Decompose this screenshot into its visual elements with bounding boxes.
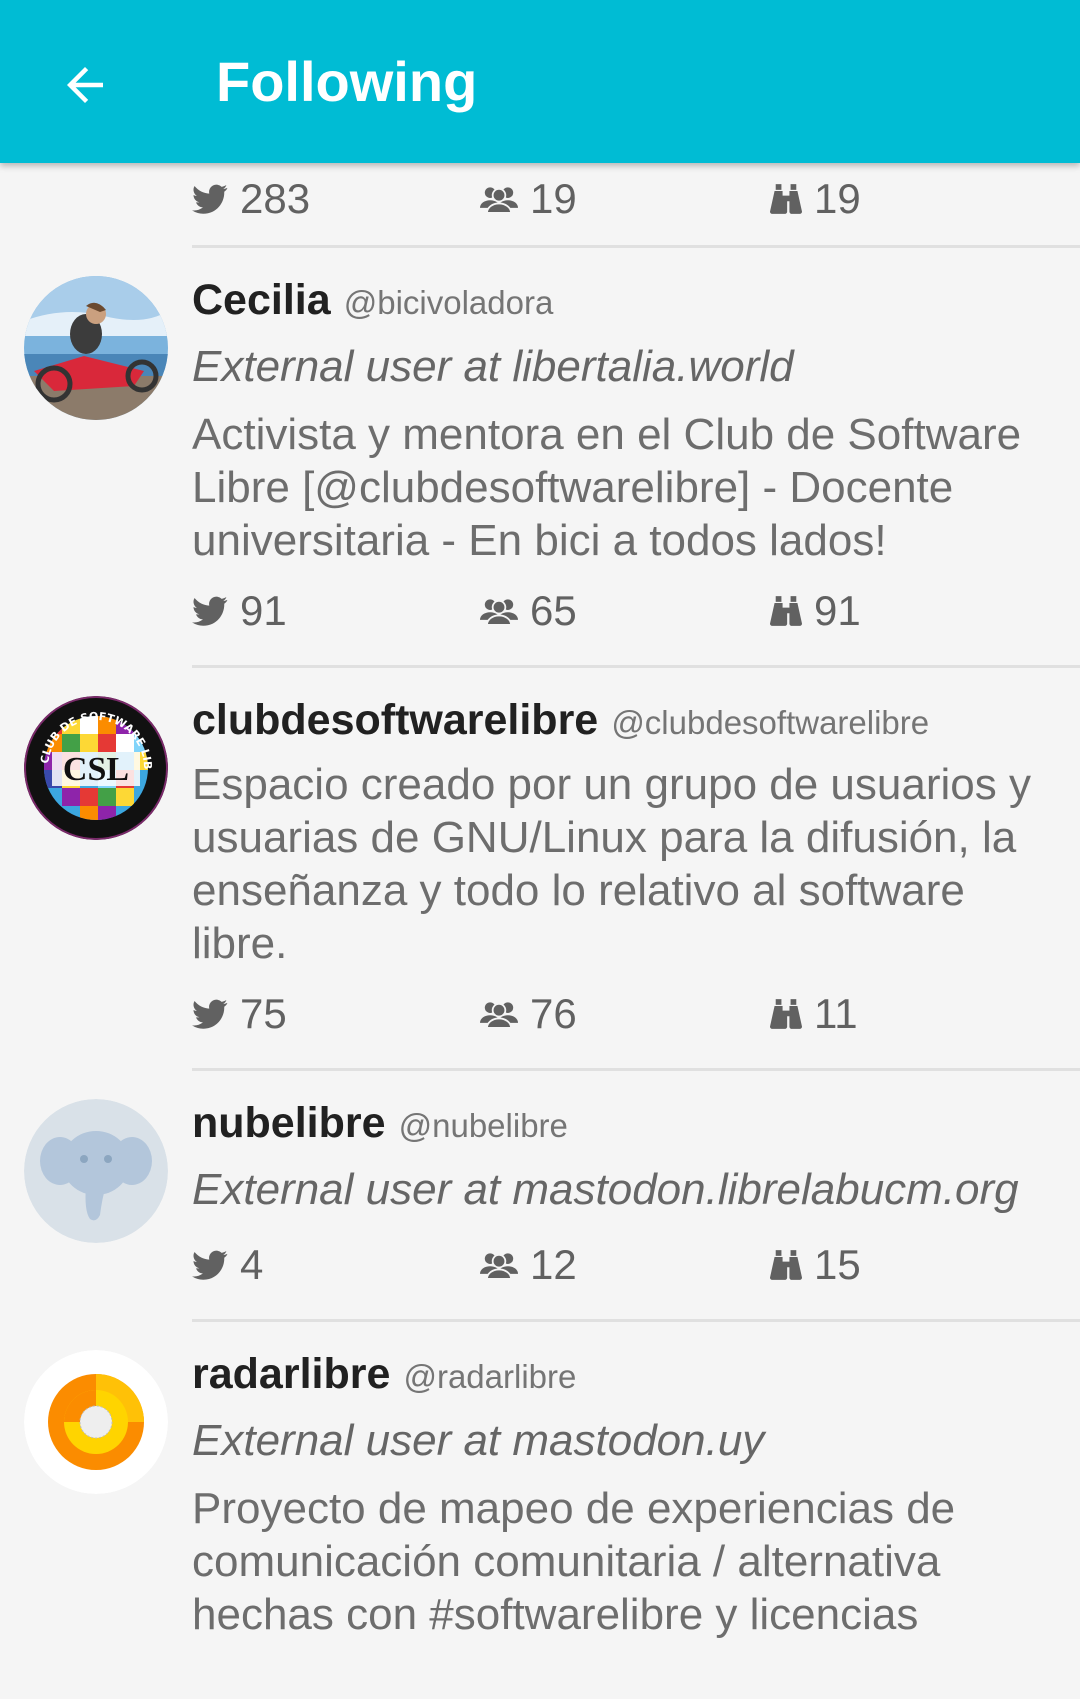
following-stat: 76 — [480, 978, 577, 1050]
user-handle: @clubdesoftwarelibre — [611, 704, 930, 741]
user-bio: Espacio creado por un grupo de usuarios … — [192, 760, 1031, 968]
following-count: 12 — [530, 1241, 577, 1288]
csl-logo: CSL CLUB DE SOFTWARE LIBRE — [24, 696, 168, 840]
followers-stat: 11 — [770, 978, 858, 1050]
binoculars-icon — [770, 596, 802, 626]
posts-stat: 75 — [192, 978, 287, 1050]
radar-logo — [24, 1350, 168, 1494]
followers-count: 15 — [814, 1241, 861, 1288]
twitter-bird-icon — [192, 181, 228, 217]
avatar-image — [24, 276, 168, 420]
stats-row: 283 19 19 — [0, 163, 1080, 235]
binoculars-icon — [770, 1250, 802, 1280]
arrow-left-icon — [67, 67, 103, 103]
followers-stat: 91 — [770, 575, 861, 647]
binoculars-icon — [770, 184, 802, 214]
user-bio: Activista y mentora en el Club de Softwa… — [192, 410, 1022, 565]
user-bio: Proyecto de mapeo de experiencias de com… — [192, 1484, 956, 1639]
display-name: clubdesoftwarelibre — [192, 696, 599, 744]
followers-stat: 19 — [770, 163, 861, 235]
twitter-bird-icon — [192, 996, 228, 1032]
posts-stat: 4 — [192, 1229, 263, 1301]
name-line: nubelibre @nubelibre — [192, 1095, 1050, 1151]
stats-row: 91 65 91 — [192, 575, 1050, 647]
avatar[interactable] — [24, 1099, 168, 1243]
external-user-note: External user at libertalia.world — [192, 342, 794, 391]
users-group-icon — [480, 185, 518, 213]
followers-count: 19 — [814, 175, 861, 222]
name-line: Cecilia @bicivoladora — [192, 272, 1050, 328]
avatar[interactable] — [24, 276, 168, 420]
name-line: radarlibre @radarlibre — [192, 1346, 1050, 1402]
logo-text: CSL — [63, 751, 129, 788]
users-group-icon — [480, 1000, 518, 1028]
following-count: 19 — [530, 175, 577, 222]
list-item[interactable]: radarlibre @radarlibre External user at … — [0, 1322, 1080, 1641]
stats-row: 75 76 11 — [192, 978, 1050, 1050]
binoculars-icon — [770, 999, 802, 1029]
page-title: Following — [216, 50, 478, 113]
list-item[interactable]: nubelibre @nubelibre External user at ma… — [0, 1071, 1080, 1322]
following-count: 65 — [530, 587, 577, 634]
twitter-bird-icon — [192, 1247, 228, 1283]
display-name: radarlibre — [192, 1350, 391, 1398]
back-button[interactable] — [40, 40, 130, 130]
elephant-avatar-image — [24, 1099, 168, 1243]
external-user-note: External user at mastodon.uy — [192, 1416, 765, 1465]
followers-count: 11 — [814, 990, 858, 1037]
posts-stat: 91 — [192, 575, 287, 647]
display-name: nubelibre — [192, 1099, 386, 1147]
followers-count: 91 — [814, 587, 861, 634]
avatar[interactable] — [24, 1350, 168, 1494]
following-stat: 65 — [480, 575, 577, 647]
name-line: clubdesoftwarelibre @clubdesoftwarelibre — [192, 692, 1050, 748]
posts-count: 4 — [240, 1241, 264, 1288]
user-handle: @nubelibre — [398, 1107, 568, 1144]
user-handle: @bicivoladora — [343, 284, 554, 321]
posts-stat: 283 — [192, 163, 310, 235]
external-user-note: External user at mastodon.librelabucm.or… — [192, 1165, 1019, 1214]
users-group-icon — [480, 1251, 518, 1279]
list-item[interactable]: CSL CLUB DE SOFTWARE LIBRE clubdesoftwar… — [0, 668, 1080, 1071]
app-bar: Following — [0, 0, 1080, 163]
twitter-bird-icon — [192, 593, 228, 629]
posts-count: 75 — [240, 990, 287, 1037]
display-name: Cecilia — [192, 276, 331, 324]
user-handle: @radarlibre — [403, 1358, 577, 1395]
following-count: 76 — [530, 990, 577, 1037]
followers-stat: 15 — [770, 1229, 861, 1301]
stats-row: 4 12 15 — [192, 1229, 1050, 1301]
posts-count: 283 — [240, 175, 311, 222]
posts-count: 91 — [240, 587, 287, 634]
users-group-icon — [480, 597, 518, 625]
avatar[interactable]: CSL CLUB DE SOFTWARE LIBRE — [24, 696, 168, 840]
following-stat: 12 — [480, 1229, 577, 1301]
following-stat: 19 — [480, 163, 577, 235]
list-item[interactable]: Cecilia @bicivoladora External user at l… — [0, 248, 1080, 668]
following-list[interactable]: 283 19 19 Cecilia @bicivoladora External… — [0, 163, 1080, 1699]
